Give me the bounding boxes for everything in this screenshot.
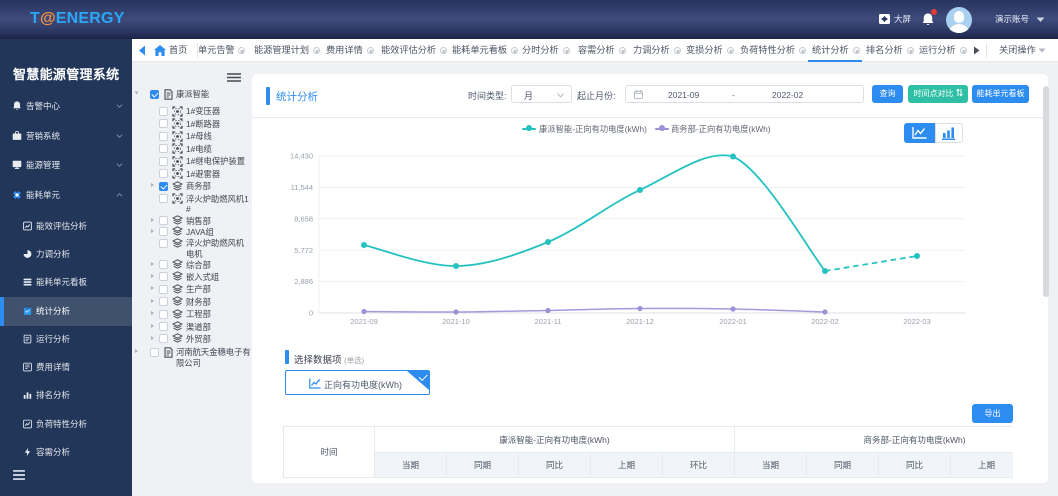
svg-text:2022-01: 2022-01 [719,317,747,326]
svg-text:2,886: 2,886 [294,277,313,286]
svg-text:8,658: 8,658 [294,214,313,223]
svg-text:2022-02: 2022-02 [811,317,839,326]
svg-text:0: 0 [309,309,313,318]
svg-text:11,544: 11,544 [291,183,313,192]
svg-text:2021-12: 2021-12 [626,317,654,326]
svg-text:14,430: 14,430 [290,152,313,161]
svg-text:2021-09: 2021-09 [350,317,378,326]
svg-text:2021-11: 2021-11 [535,317,562,326]
svg-text:2021-10: 2021-10 [442,317,470,326]
svg-text:5,772: 5,772 [294,246,313,255]
svg-text:2022-03: 2022-03 [903,317,931,326]
